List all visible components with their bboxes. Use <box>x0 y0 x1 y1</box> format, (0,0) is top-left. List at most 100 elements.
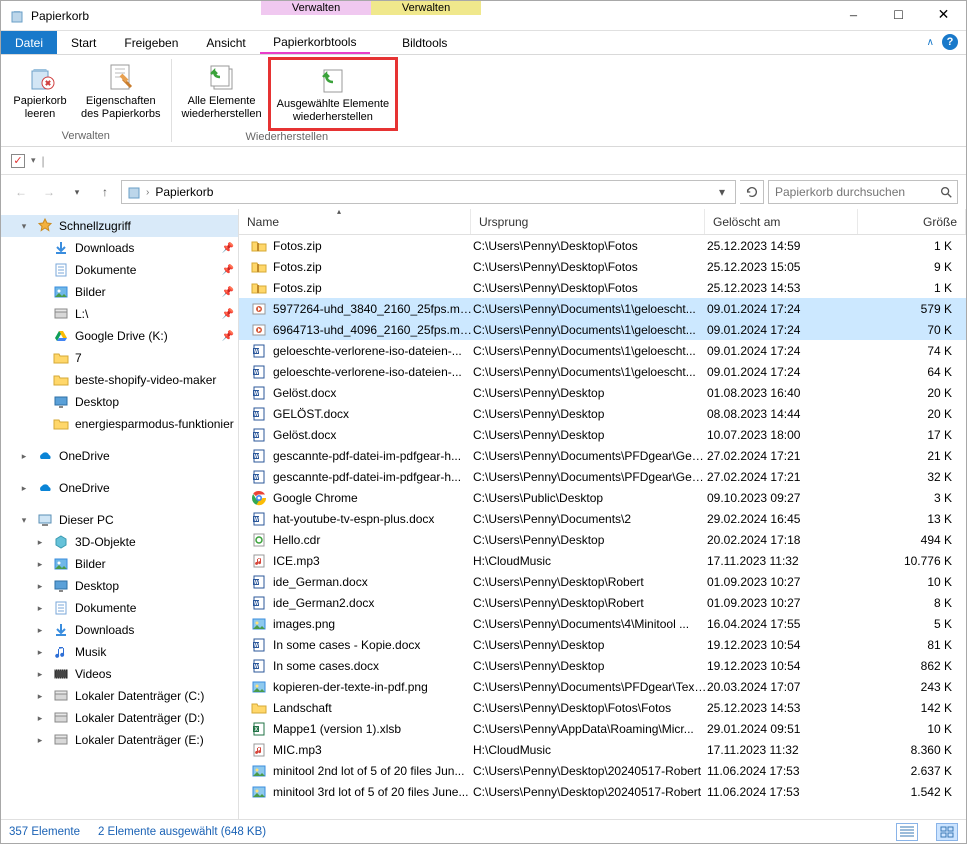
file-row[interactable]: WIn some cases - Kopie.docxC:\Users\Penn… <box>239 634 966 655</box>
column-deleted[interactable]: Gelöscht am <box>705 209 858 234</box>
recycle-bin-properties-button[interactable]: Eigenschaften des Papierkorbs <box>75 57 167 130</box>
file-row[interactable]: Fotos.zipC:\Users\Penny\Desktop\Fotos25.… <box>239 256 966 277</box>
nav-history-button[interactable]: ▾ <box>65 180 89 204</box>
expand-icon[interactable]: ▸ <box>33 647 47 658</box>
expand-icon[interactable]: ▸ <box>33 603 47 614</box>
nav-item[interactable]: ▸Downloads <box>1 619 238 641</box>
file-row[interactable]: Wide_German.docxC:\Users\Penny\Desktop\R… <box>239 571 966 592</box>
tab-view[interactable]: Ansicht <box>192 31 259 54</box>
breadcrumb-root[interactable]: Papierkorb <box>153 185 215 199</box>
file-row[interactable]: Hello.cdrC:\Users\Penny\Desktop20.02.202… <box>239 529 966 550</box>
maximize-button[interactable]: □ <box>876 2 921 30</box>
search-icon[interactable] <box>939 185 953 199</box>
chevron-down-icon[interactable]: ▾ <box>31 155 36 166</box>
nav-forward-button[interactable]: → <box>37 180 61 204</box>
nav-item[interactable]: Google Drive (K:)📌 <box>1 325 238 347</box>
expand-icon[interactable]: ▸ <box>33 669 47 680</box>
file-row[interactable]: images.pngC:\Users\Penny\Documents\4\Min… <box>239 613 966 634</box>
nav-up-button[interactable]: ↑ <box>93 180 117 204</box>
file-row[interactable]: WGelöst.docxC:\Users\Penny\Desktop10.07.… <box>239 424 966 445</box>
nav-item[interactable]: Bilder📌 <box>1 281 238 303</box>
column-size[interactable]: Größe <box>858 209 966 234</box>
nav-item[interactable]: ▾Dieser PC <box>1 509 238 531</box>
file-row[interactable]: 5977264-uhd_3840_2160_25fps.mp4C:\Users\… <box>239 298 966 319</box>
file-row[interactable]: kopieren-der-texte-in-pdf.pngC:\Users\Pe… <box>239 676 966 697</box>
file-row[interactable]: Fotos.zipC:\Users\Penny\Desktop\Fotos25.… <box>239 235 966 256</box>
chevron-right-icon[interactable]: › <box>146 187 149 198</box>
file-list[interactable]: Fotos.zipC:\Users\Penny\Desktop\Fotos25.… <box>239 235 966 819</box>
nav-item[interactable]: ▸Bilder <box>1 553 238 575</box>
nav-item[interactable]: energiesparmodus-funktionier <box>1 413 238 435</box>
file-row[interactable]: WGELÖST.docxC:\Users\Penny\Desktop08.08.… <box>239 403 966 424</box>
expand-icon[interactable]: ▸ <box>33 559 47 570</box>
tab-share[interactable]: Freigeben <box>110 31 192 54</box>
close-button[interactable]: ✕ <box>921 2 966 30</box>
file-row[interactable]: minitool 3rd lot of 5 of 20 files June..… <box>239 781 966 802</box>
file-row[interactable]: Fotos.zipC:\Users\Penny\Desktop\Fotos25.… <box>239 277 966 298</box>
empty-recycle-bin-button[interactable]: Papierkorb leeren <box>5 57 75 130</box>
expand-icon[interactable]: ▸ <box>33 691 47 702</box>
view-details-button[interactable] <box>896 823 918 841</box>
view-large-icons-button[interactable] <box>936 823 958 841</box>
tab-start[interactable]: Start <box>57 31 110 54</box>
file-row[interactable]: MIC.mp3H:\CloudMusic17.11.2023 11:328.36… <box>239 739 966 760</box>
nav-item[interactable]: ▸Musik <box>1 641 238 663</box>
expand-icon[interactable]: ▾ <box>17 515 31 526</box>
file-row[interactable]: Wgeloeschte-verlorene-iso-dateien-...C:\… <box>239 361 966 382</box>
help-icon[interactable]: ? <box>942 34 958 50</box>
search-input[interactable] <box>773 184 935 200</box>
nav-item[interactable]: ▸Lokaler Datenträger (E:) <box>1 729 238 751</box>
nav-item[interactable]: ▸3D-Objekte <box>1 531 238 553</box>
file-row[interactable]: Wgescannte-pdf-datei-im-pdfgear-h...C:\U… <box>239 466 966 487</box>
address-dropdown-icon[interactable]: ▾ <box>713 185 731 199</box>
address-bar[interactable]: › Papierkorb ▾ <box>121 180 736 204</box>
restore-all-button[interactable]: Alle Elemente wiederherstellen <box>176 57 268 131</box>
file-row[interactable]: Wgeloeschte-verlorene-iso-dateien-...C:\… <box>239 340 966 361</box>
file-row[interactable]: 6964713-uhd_4096_2160_25fps.mp4C:\Users\… <box>239 319 966 340</box>
tab-file[interactable]: Datei <box>1 31 57 54</box>
file-row[interactable]: Wide_German2.docxC:\Users\Penny\Desktop\… <box>239 592 966 613</box>
navigation-pane[interactable]: ▾SchnellzugriffDownloads📌Dokumente📌Bilde… <box>1 209 239 819</box>
nav-item[interactable]: 7 <box>1 347 238 369</box>
minimize-button[interactable]: – <box>831 2 876 30</box>
nav-item[interactable]: ▾Schnellzugriff <box>1 215 238 237</box>
expand-icon[interactable]: ▸ <box>33 581 47 592</box>
nav-item[interactable]: Dokumente📌 <box>1 259 238 281</box>
column-name[interactable]: Name <box>239 209 471 234</box>
nav-item[interactable]: ▸Lokaler Datenträger (D:) <box>1 707 238 729</box>
file-row[interactable]: WGelöst.docxC:\Users\Penny\Desktop01.08.… <box>239 382 966 403</box>
file-row[interactable]: minitool 2nd lot of 5 of 20 files Jun...… <box>239 760 966 781</box>
nav-item[interactable]: Downloads📌 <box>1 237 238 259</box>
expand-icon[interactable]: ▸ <box>33 713 47 724</box>
nav-item[interactable]: ▸OneDrive <box>1 445 238 467</box>
tab-image-tools[interactable]: Bildtools <box>370 31 480 54</box>
file-row[interactable]: What-youtube-tv-espn-plus.docxC:\Users\P… <box>239 508 966 529</box>
file-row[interactable]: LandschaftC:\Users\Penny\Desktop\Fotos\F… <box>239 697 966 718</box>
nav-item[interactable]: L:\📌 <box>1 303 238 325</box>
expand-icon[interactable]: ▾ <box>17 221 31 232</box>
file-row[interactable]: ICE.mp3H:\CloudMusic17.11.2023 11:3210.7… <box>239 550 966 571</box>
nav-item[interactable]: ▸Desktop <box>1 575 238 597</box>
nav-item[interactable]: ▸OneDrive <box>1 477 238 499</box>
minimize-ribbon-icon[interactable]: ∧ <box>927 37 934 48</box>
file-row[interactable]: WIn some cases.docxC:\Users\Penny\Deskto… <box>239 655 966 676</box>
tab-recyclebin-tools[interactable]: Papierkorbtools <box>260 31 370 54</box>
expand-icon[interactable]: ▸ <box>33 735 47 746</box>
expand-icon[interactable]: ▸ <box>33 625 47 636</box>
nav-item[interactable]: beste-shopify-video-maker <box>1 369 238 391</box>
column-origin[interactable]: Ursprung <box>471 209 705 234</box>
refresh-button[interactable] <box>740 180 764 204</box>
nav-item[interactable]: Desktop <box>1 391 238 413</box>
file-row[interactable]: Google ChromeC:\Users\Public\Desktop09.1… <box>239 487 966 508</box>
expand-icon[interactable]: ▸ <box>33 537 47 548</box>
search-box[interactable] <box>768 180 958 204</box>
expand-icon[interactable]: ▸ <box>17 451 31 462</box>
nav-item[interactable]: ▸Videos <box>1 663 238 685</box>
nav-item[interactable]: ▸Lokaler Datenträger (C:) <box>1 685 238 707</box>
expand-icon[interactable]: ▸ <box>17 483 31 494</box>
nav-item[interactable]: ▸Dokumente <box>1 597 238 619</box>
restore-selected-button[interactable]: Ausgewählte Elemente wiederherstellen <box>268 57 399 131</box>
file-row[interactable]: XMappe1 (version 1).xlsbC:\Users\Penny\A… <box>239 718 966 739</box>
file-row[interactable]: Wgescannte-pdf-datei-im-pdfgear-h...C:\U… <box>239 445 966 466</box>
select-all-checkbox[interactable] <box>11 154 25 168</box>
